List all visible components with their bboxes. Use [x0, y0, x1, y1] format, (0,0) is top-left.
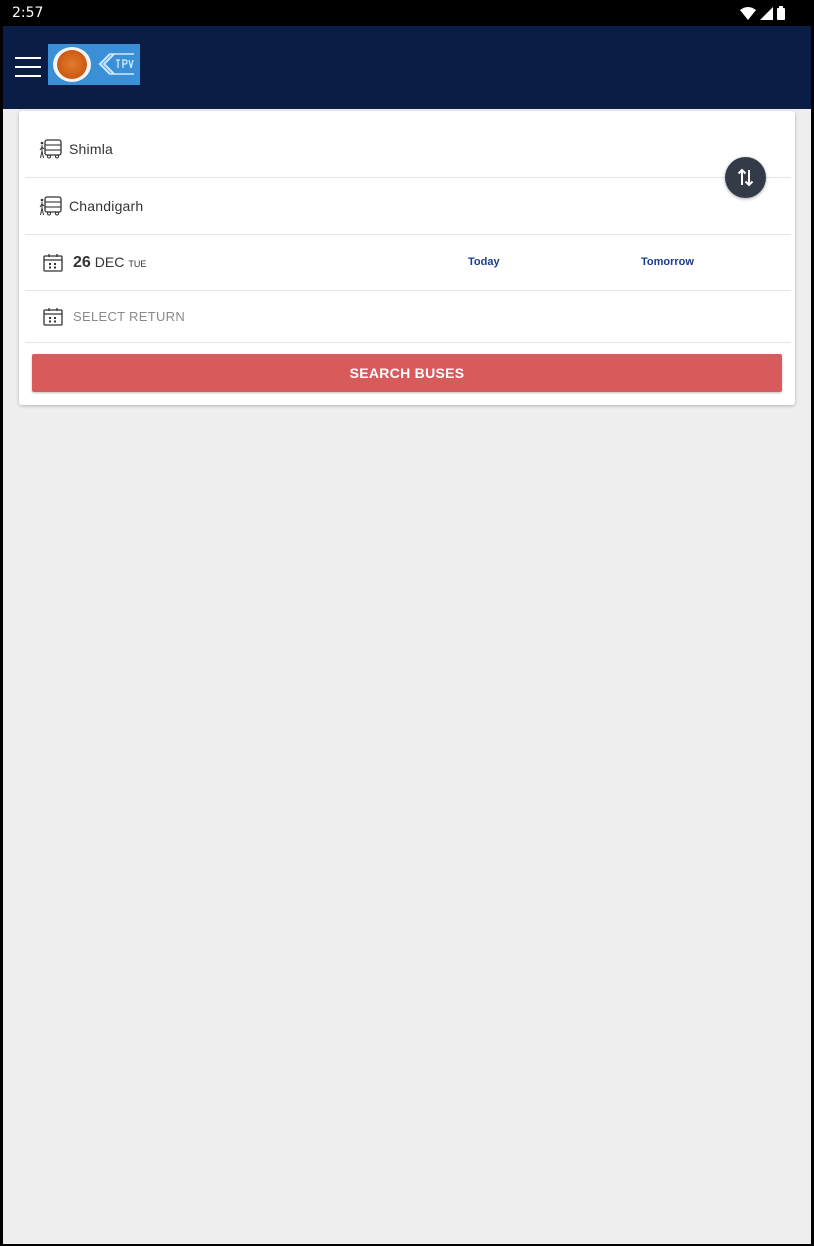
- date-weekday: TUE: [128, 259, 147, 269]
- from-city-value: Shimla: [69, 141, 113, 157]
- bus-stop-icon: [39, 139, 62, 159]
- signal-icon: [760, 6, 773, 20]
- status-icons: [740, 6, 785, 20]
- status-time: 2:57: [12, 5, 44, 21]
- hamburger-menu-icon[interactable]: [15, 57, 41, 77]
- search-buses-button[interactable]: SEARCH BUSES: [32, 354, 782, 392]
- swap-arrows-icon: [737, 168, 754, 187]
- logo-seal: [53, 47, 91, 82]
- bus-stop-icon: [39, 196, 62, 216]
- status-bar: 2:57: [3, 0, 811, 26]
- today-button[interactable]: Today: [468, 256, 500, 268]
- swap-cities-button[interactable]: [725, 157, 766, 198]
- return-date-field[interactable]: SELECT RETURN: [25, 291, 791, 343]
- journey-date-value: 26 DEC TUE: [73, 254, 146, 272]
- from-city-field[interactable]: Shimla: [25, 111, 791, 178]
- return-date-placeholder: SELECT RETURN: [73, 309, 186, 324]
- battery-icon: [777, 6, 785, 20]
- to-city-value: Chandigarh: [69, 198, 144, 214]
- device-frame: 2:57 Shimla Chandigarh 26 DEC TUE Today …: [0, 0, 814, 1246]
- logo-mark-icon: [98, 53, 134, 75]
- search-card: Shimla Chandigarh 26 DEC TUE Today Tomor…: [19, 111, 795, 405]
- date-month: DEC: [94, 254, 125, 270]
- app-bar: [3, 26, 811, 109]
- to-city-field[interactable]: Chandigarh: [25, 178, 791, 235]
- wifi-icon: [740, 6, 756, 20]
- app-screen: 2:57 Shimla Chandigarh 26 DEC TUE Today …: [3, 0, 811, 1244]
- date-day: 26: [73, 254, 91, 271]
- calendar-icon: [43, 254, 63, 272]
- tomorrow-button[interactable]: Tomorrow: [641, 256, 694, 268]
- calendar-icon: [43, 308, 63, 326]
- hrtc-logo: [48, 44, 140, 85]
- journey-date-field[interactable]: 26 DEC TUE Today Tomorrow: [25, 235, 791, 291]
